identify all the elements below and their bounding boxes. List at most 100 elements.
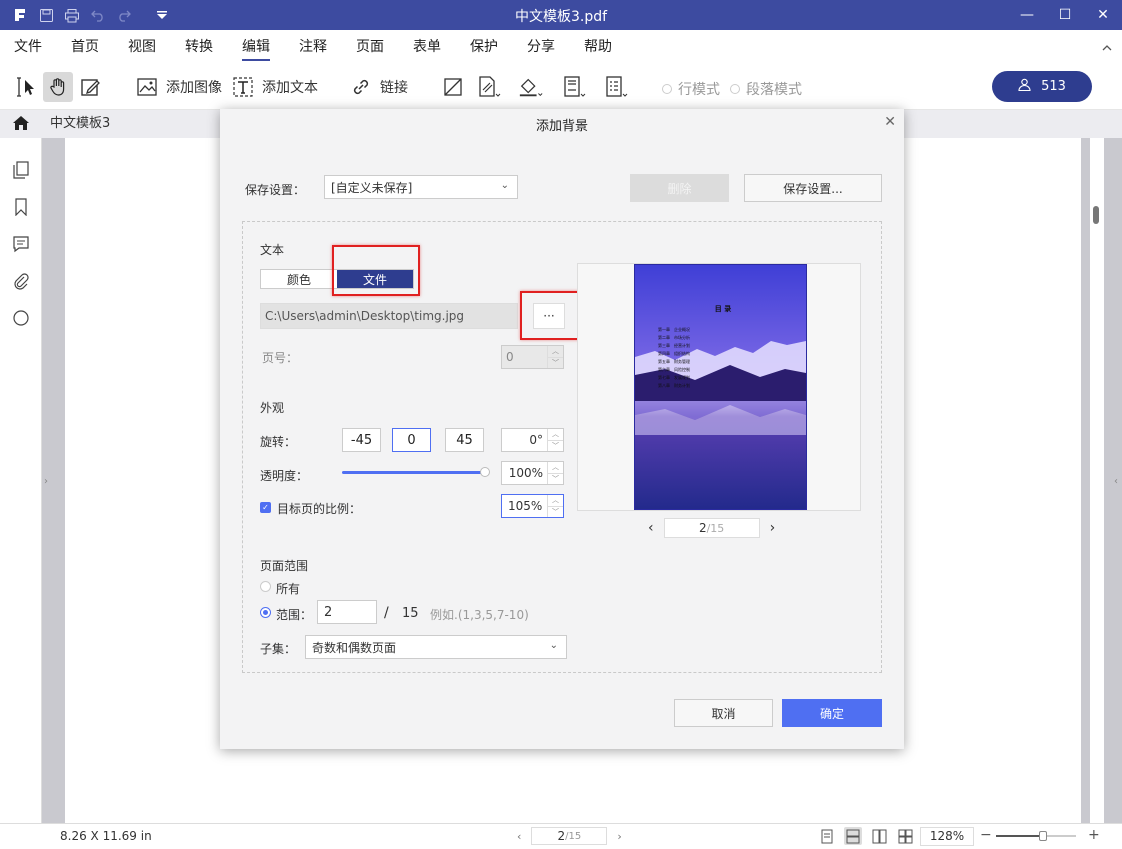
delete-button[interactable]: 删除 (630, 174, 729, 202)
menu-protect[interactable]: 保护 (470, 30, 498, 64)
search-circle-icon[interactable] (11, 308, 31, 328)
spinner-arrows[interactable]: ︿ ﹀ (547, 429, 563, 451)
preview-prev-icon[interactable]: ‹ (648, 520, 654, 536)
range-separator: / (384, 605, 389, 621)
save-settings-button[interactable]: 保存设置... (744, 174, 882, 202)
collapse-ribbon-icon[interactable] (1102, 40, 1112, 54)
next-page-icon[interactable]: › (617, 830, 621, 843)
vertical-scrollbar[interactable] (1090, 138, 1104, 823)
text-box-icon (230, 74, 256, 100)
bates-number-tool[interactable] (603, 72, 629, 102)
preview-toc-line: 第六章 风险控制 (658, 367, 690, 372)
home-icon[interactable] (12, 115, 30, 135)
zoom-in-icon[interactable]: + (1088, 827, 1100, 843)
expand-right-panel-icon[interactable]: ‹ (1114, 476, 1118, 487)
page-range-custom-label: 范围： (276, 608, 313, 622)
preview-toc-line: 第二章 市场分析 (658, 335, 690, 340)
page-navigator: ‹ 2 /15 › (517, 827, 622, 845)
document-tab[interactable]: 中文模板3 (40, 110, 120, 138)
header-footer-tool[interactable] (561, 72, 587, 102)
edit-object-tool[interactable] (77, 72, 103, 102)
opacity-spinner[interactable]: 100 % ︿ ﹀ (501, 461, 564, 485)
zoom-level[interactable]: 128% (920, 827, 974, 846)
select-tool[interactable] (14, 72, 40, 102)
page-range-custom-radio[interactable] (260, 607, 271, 618)
subset-select[interactable]: 奇数和偶数页面 ⌄ (305, 635, 567, 659)
line-mode-option[interactable]: 行模式 (662, 79, 720, 99)
preview-pager: ‹ 2 /15 › (648, 518, 775, 538)
page-range-all-radio[interactable] (260, 581, 271, 592)
background-tool[interactable] (518, 72, 544, 102)
comment-icon[interactable] (11, 234, 31, 254)
continuous-view-icon[interactable] (844, 827, 862, 845)
maximize-button[interactable]: ☐ (1046, 0, 1084, 30)
close-window-button[interactable]: ✕ (1084, 0, 1122, 30)
user-account-button[interactable]: 513 (992, 71, 1092, 102)
crop-tool[interactable] (440, 72, 466, 102)
add-text-button[interactable]: 添加文本 (230, 72, 318, 102)
rotation-spinner[interactable]: 0 ° ︿ ﹀ (501, 428, 564, 452)
menu-share[interactable]: 分享 (527, 30, 555, 64)
line-mode-radio (662, 84, 672, 94)
rotation-minus45-button[interactable]: -45 (342, 428, 381, 452)
window-title: 中文模板3.pdf (514, 9, 608, 25)
prev-page-icon[interactable]: ‹ (517, 830, 521, 843)
expand-left-panel-icon[interactable]: › (44, 476, 48, 487)
file-path-field[interactable]: C:\Users\admin\Desktop\timg.jpg (260, 303, 518, 329)
spinner-arrows[interactable]: ︿ ﹀ (547, 346, 563, 368)
paragraph-mode-option[interactable]: 段落模式 (730, 79, 802, 99)
menu-view[interactable]: 视图 (128, 30, 156, 64)
view-mode-group (818, 827, 914, 845)
watermark-tool[interactable] (476, 72, 502, 102)
opacity-unit: % (531, 466, 543, 480)
spinner-arrows[interactable]: ︿ ﹀ (547, 495, 563, 517)
rotation-45-button[interactable]: 45 (445, 428, 484, 452)
zoom-slider[interactable] (996, 831, 1076, 841)
subset-value: 奇数和偶数页面 (312, 640, 397, 655)
scale-spinner[interactable]: 105 % ︿ ﹀ (501, 494, 564, 518)
page-number-spinner[interactable]: 0 ︿ ﹀ (501, 345, 564, 369)
save-settings-select[interactable]: [自定义未保存] ⌄ (324, 175, 518, 199)
single-page-view-icon[interactable] (818, 827, 836, 845)
scrollbar-thumb[interactable] (1093, 206, 1099, 224)
source-color-option[interactable]: 颜色 (261, 270, 337, 288)
thumbnails-icon[interactable] (11, 160, 31, 180)
menu-edit[interactable]: 编辑 (242, 30, 270, 64)
dialog-close-icon[interactable]: ✕ (884, 114, 896, 130)
add-image-button[interactable]: 添加图像 (134, 72, 222, 102)
attachment-icon[interactable] (11, 271, 31, 291)
opacity-slider-knob[interactable] (480, 467, 490, 477)
hand-tool[interactable] (43, 72, 73, 102)
opacity-slider[interactable] (342, 471, 482, 474)
preview-toc-line: 第三章 经营计划 (658, 343, 690, 348)
menu-page[interactable]: 页面 (356, 30, 384, 64)
zoom-out-icon[interactable]: − (980, 827, 992, 843)
scale-unit: % (530, 499, 543, 513)
page-number-label: 页号： (262, 351, 299, 365)
page-range-section-label: 页面范围 (260, 559, 309, 573)
menu-help[interactable]: 帮助 (584, 30, 612, 64)
cursor-select-icon (14, 74, 40, 100)
rotation-0-button[interactable]: 0 (392, 428, 431, 452)
menu-convert[interactable]: 转换 (185, 30, 213, 64)
two-page-view-icon[interactable] (870, 827, 888, 845)
page-number-input[interactable]: 2 /15 (531, 827, 608, 845)
menu-form[interactable]: 表单 (413, 30, 441, 64)
menu-file[interactable]: 文件 (14, 30, 42, 64)
source-section-label: 文本 (260, 243, 285, 257)
spinner-arrows[interactable]: ︿ ﹀ (547, 462, 563, 484)
range-input[interactable]: 2 (317, 600, 377, 624)
cancel-button[interactable]: 取消 (674, 699, 773, 727)
preview-page-input[interactable]: 2 /15 (663, 518, 760, 538)
scale-checkbox[interactable]: ✓ (260, 502, 271, 513)
bookmark-icon[interactable] (11, 197, 31, 217)
minimize-button[interactable]: — (1008, 0, 1046, 30)
menu-comment[interactable]: 注释 (299, 30, 327, 64)
zoom-slider-knob[interactable] (1039, 831, 1047, 841)
menu-home[interactable]: 首页 (71, 30, 99, 64)
image-icon (134, 74, 160, 100)
link-button[interactable]: 链接 (348, 72, 408, 102)
ok-button[interactable]: 确定 (782, 699, 882, 727)
preview-next-icon[interactable]: › (770, 520, 776, 536)
grid-view-icon[interactable] (896, 827, 914, 845)
